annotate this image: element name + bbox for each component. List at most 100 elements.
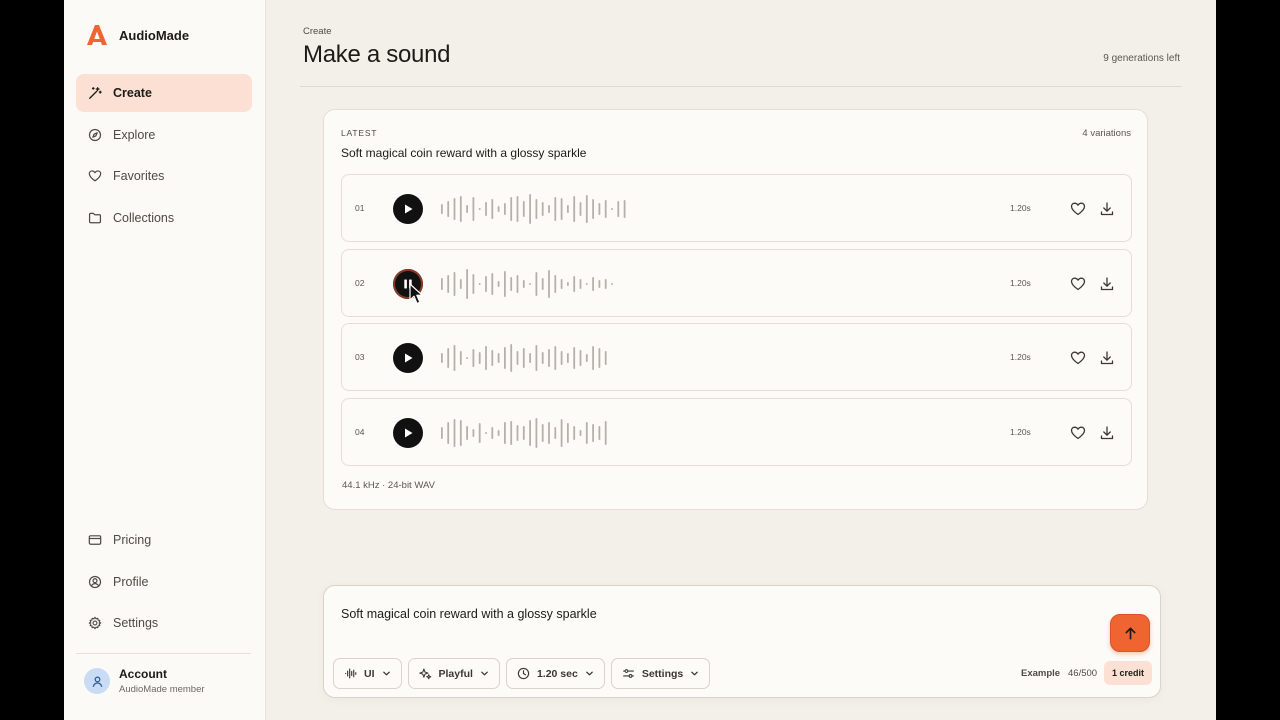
avatar <box>84 668 110 694</box>
nav-item-profile[interactable]: Profile <box>76 563 252 601</box>
nav-item-pricing[interactable]: Pricing <box>76 521 252 559</box>
nav-item-favorites[interactable]: Favorites <box>76 157 252 195</box>
waveform-bar <box>541 352 544 365</box>
magic-wand-icon <box>88 86 102 100</box>
waveform[interactable] <box>439 191 999 227</box>
variation-row[interactable]: 02 1.20s <box>341 248 1132 317</box>
waveform[interactable] <box>439 340 999 376</box>
duration-select[interactable]: 1.20 sec <box>505 658 605 689</box>
nav-label: Favorites <box>113 169 165 183</box>
nav-item-create[interactable]: Create <box>76 74 252 112</box>
chevron-down-icon <box>382 669 391 678</box>
character-count: 46/500 <box>1068 668 1098 679</box>
waveform-bar <box>485 202 487 216</box>
variation-number: 03 <box>355 352 365 363</box>
waveform-bar <box>447 274 450 293</box>
favorite-button[interactable] <box>1070 276 1086 292</box>
variation-row[interactable]: 03 1.20s <box>341 323 1132 392</box>
favorite-button[interactable] <box>1070 350 1086 366</box>
download-button[interactable] <box>1099 201 1115 217</box>
nav-label: Profile <box>113 574 149 589</box>
nav-item-settings[interactable]: Settings <box>76 604 252 642</box>
nav-label: Pricing <box>113 533 152 547</box>
waveform-bar <box>604 200 607 218</box>
settings-select[interactable]: Settings <box>610 658 711 689</box>
gear-icon <box>88 616 102 630</box>
waveform-bar <box>478 423 481 444</box>
waveform-bar <box>567 281 569 286</box>
variation-row[interactable]: 04 1.20s <box>341 398 1132 467</box>
generate-button[interactable] <box>1110 614 1150 652</box>
clock-icon <box>517 667 530 680</box>
waveform-bar <box>535 271 538 296</box>
waveform-bar <box>541 277 544 290</box>
download-button[interactable] <box>1099 276 1115 292</box>
waveform-bar <box>567 205 569 213</box>
waveform-bar <box>585 195 588 223</box>
waveform-bar <box>510 421 513 446</box>
chevron-down-icon <box>480 669 489 678</box>
audiomade-logo-icon <box>87 25 107 45</box>
waveform[interactable] <box>439 415 999 451</box>
waveform-bar <box>516 274 519 293</box>
play-icon <box>405 204 413 214</box>
waveform-bar <box>447 422 450 445</box>
app-window: AudioMade Create Explore Favorites Colle… <box>64 0 1216 720</box>
waveform-bar <box>453 271 456 296</box>
waveform-bar <box>598 426 601 441</box>
breadcrumb: Create <box>303 26 332 37</box>
waveform-bar <box>472 273 475 294</box>
play-button[interactable] <box>393 343 423 374</box>
favorite-button[interactable] <box>1070 425 1086 441</box>
latest-results-card: LATEST 4 variations Soft magical coin re… <box>323 109 1148 510</box>
waveform[interactable] <box>439 266 999 302</box>
prompt-input[interactable]: Soft magical coin reward with a glossy s… <box>341 607 1081 629</box>
waveform-bar <box>535 418 538 449</box>
waveform-bar <box>472 429 475 438</box>
waveform-bar <box>548 205 550 213</box>
credit-badge: 1 credit <box>1104 661 1153 685</box>
nav-item-explore[interactable]: Explore <box>76 116 252 154</box>
waveform-bar <box>560 278 563 289</box>
variation-number: 01 <box>355 203 365 213</box>
waveform-bar <box>447 348 450 369</box>
waveform-bar <box>529 353 531 364</box>
play-button[interactable] <box>393 194 423 224</box>
brand[interactable]: AudioMade <box>84 22 189 48</box>
download-button[interactable] <box>1099 425 1115 441</box>
waveform-bar <box>504 270 506 297</box>
waveform-bar <box>529 282 531 285</box>
sparkles-icon <box>418 667 432 680</box>
play-button[interactable] <box>393 418 423 449</box>
nav-label: Create <box>113 86 152 100</box>
play-icon <box>405 353 413 363</box>
download-icon <box>1100 426 1114 440</box>
account-menu[interactable]: Account AudioMade member <box>84 667 205 695</box>
favorite-button[interactable] <box>1070 201 1086 217</box>
variation-number: 04 <box>355 427 365 438</box>
nav-item-collections[interactable]: Collections <box>76 199 252 237</box>
waveform-bar <box>585 354 588 363</box>
waveform-bar <box>504 347 506 370</box>
play-icon <box>405 428 413 438</box>
waveform-bar <box>510 276 513 291</box>
download-button[interactable] <box>1099 350 1115 366</box>
header-divider <box>300 86 1182 87</box>
chip-label: Playful <box>438 667 473 680</box>
waveform-bar <box>485 346 487 371</box>
variation-row[interactable]: 01 1.20s <box>341 174 1132 242</box>
chip-label: UI <box>364 667 375 680</box>
variation-duration: 1.20s <box>1010 352 1031 363</box>
page-title: Make a sound <box>303 41 451 68</box>
waveform-bar <box>459 278 462 289</box>
waveform-bar <box>491 272 494 295</box>
waveform-bar <box>453 345 456 372</box>
option-chips: UI Playful 1.20 sec Settings <box>333 658 711 689</box>
waveform-bar <box>611 282 613 285</box>
mood-select[interactable]: Playful <box>407 658 500 689</box>
category-select[interactable]: UI <box>333 658 402 689</box>
heart-icon <box>1070 202 1086 216</box>
example-button[interactable]: Example <box>1021 668 1060 679</box>
waveform-bar <box>554 427 557 440</box>
waveform-bar <box>573 275 576 292</box>
